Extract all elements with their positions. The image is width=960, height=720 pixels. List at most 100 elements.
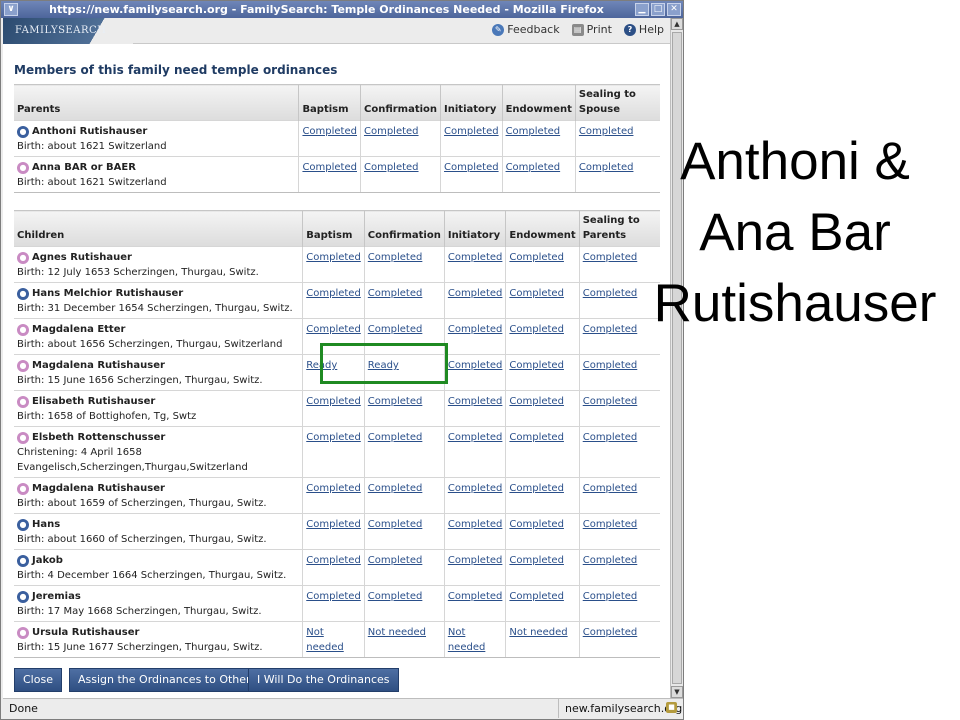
feedback-link[interactable]: ✎ Feedback	[492, 23, 560, 36]
ordinance-status-link[interactable]: Completed	[509, 555, 564, 566]
ordinance-status-link[interactable]: Completed	[583, 360, 638, 371]
ordinance-status-link[interactable]: Completed	[448, 519, 503, 530]
assign-to-others-button[interactable]: Assign the Ordinances to Others	[69, 668, 266, 692]
ordinance-status-link[interactable]: Not needed	[509, 627, 567, 638]
ordinance-status-link[interactable]: Completed	[448, 483, 503, 494]
children-table: Children Baptism Confirmation Initiatory…	[14, 210, 660, 658]
ordinance-status-link[interactable]: Completed	[448, 324, 503, 335]
ordinance-status-link[interactable]: Completed	[448, 555, 503, 566]
ordinance-cell: Completed	[578, 390, 660, 427]
window-menu-icon[interactable]: ∨	[4, 3, 18, 16]
ordinance-status-link[interactable]: Completed	[579, 126, 634, 137]
ordinance-status-link[interactable]: Completed	[306, 252, 361, 263]
maximize-icon[interactable]: □	[651, 3, 665, 16]
ordinance-status-link[interactable]: Completed	[368, 591, 423, 602]
female-person-icon[interactable]: ●	[17, 359, 29, 372]
female-person-icon[interactable]: ●	[17, 482, 29, 495]
ordinance-status-link[interactable]: Completed	[306, 519, 361, 530]
ordinance-status-link[interactable]: Completed	[302, 126, 357, 137]
ordinance-status-link[interactable]: Completed	[364, 126, 419, 137]
ordinance-status-link[interactable]: Completed	[306, 324, 361, 335]
person-detail: Birth: about 1621 Switzerland	[17, 177, 167, 188]
ordinance-status-link[interactable]: Completed	[444, 126, 499, 137]
ordinance-status-link[interactable]: Completed	[509, 432, 564, 443]
male-person-icon[interactable]: ●	[17, 287, 29, 300]
help-link[interactable]: ? Help	[623, 23, 664, 36]
male-person-icon[interactable]: ●	[17, 554, 29, 567]
ordinance-status-link[interactable]: Completed	[448, 252, 503, 263]
ordinance-status-link[interactable]: Completed	[448, 288, 503, 299]
close-window-icon[interactable]: ✕	[667, 3, 681, 16]
ordinance-status-link[interactable]: Completed	[448, 396, 503, 407]
ordinance-status-link[interactable]: Completed	[306, 432, 361, 443]
ordinance-status-link[interactable]: Completed	[509, 519, 564, 530]
familysearch-logo[interactable]: FAMILYSEARCH	[3, 18, 133, 44]
ordinance-status-link[interactable]: Ready	[306, 360, 337, 371]
ordinance-cell: Completed	[302, 282, 365, 319]
ordinance-status-link[interactable]: Completed	[509, 360, 564, 371]
ordinance-status-link[interactable]: Completed	[506, 126, 561, 137]
ordinance-status-link[interactable]: Not needed	[306, 627, 344, 653]
ordinance-status-link[interactable]: Completed	[364, 162, 419, 173]
scroll-down-icon[interactable]: ▼	[671, 686, 683, 698]
female-person-icon[interactable]: ●	[17, 323, 29, 336]
ordinance-status-link[interactable]: Ready	[368, 360, 399, 371]
person-name-row: ● Anthoni Rutishauser	[17, 124, 295, 139]
ordinance-status-link[interactable]: Completed	[583, 519, 638, 530]
ordinance-status-link[interactable]: Completed	[509, 324, 564, 335]
ordinance-status-link[interactable]: Completed	[368, 432, 423, 443]
ordinance-status-link[interactable]: Completed	[509, 288, 564, 299]
ordinance-status-link[interactable]: Completed	[583, 396, 638, 407]
male-person-icon[interactable]: ●	[17, 125, 29, 138]
ordinance-status-link[interactable]: Completed	[579, 162, 634, 173]
ordinance-status-link[interactable]: Completed	[306, 591, 361, 602]
ordinance-status-link[interactable]: Completed	[306, 288, 361, 299]
minimize-icon[interactable]: ▁	[635, 3, 649, 16]
ordinance-status-link[interactable]: Completed	[368, 483, 423, 494]
ordinance-status-link[interactable]: Completed	[306, 396, 361, 407]
ordinance-status-link[interactable]: Completed	[368, 324, 423, 335]
ordinance-status-link[interactable]: Completed	[368, 519, 423, 530]
vertical-scrollbar[interactable]: ▲ ▼	[670, 18, 683, 698]
male-person-icon[interactable]: ●	[17, 590, 29, 603]
female-person-icon[interactable]: ●	[17, 161, 29, 174]
i-will-do-button[interactable]: I Will Do the Ordinances	[248, 668, 399, 692]
ordinance-status-link[interactable]: Completed	[583, 555, 638, 566]
ordinance-status-link[interactable]: Completed	[448, 591, 503, 602]
female-person-icon[interactable]: ●	[17, 395, 29, 408]
ordinance-status-link[interactable]: Completed	[509, 252, 564, 263]
ordinance-status-link[interactable]: Completed	[509, 591, 564, 602]
ordinance-status-link[interactable]: Completed	[368, 396, 423, 407]
ordinance-status-link[interactable]: Completed	[302, 162, 357, 173]
ordinance-cell: Completed	[363, 246, 445, 283]
ordinance-status-link[interactable]: Completed	[444, 162, 499, 173]
male-person-icon[interactable]: ●	[17, 518, 29, 531]
close-button[interactable]: Close	[14, 668, 62, 692]
scroll-up-icon[interactable]: ▲	[671, 18, 683, 30]
ordinance-status-link[interactable]: Completed	[583, 483, 638, 494]
ordinance-status-link[interactable]: Not needed	[448, 627, 486, 653]
female-person-icon[interactable]: ●	[17, 626, 29, 639]
ordinance-status-link[interactable]: Completed	[448, 360, 503, 371]
ordinance-status-link[interactable]: Completed	[506, 162, 561, 173]
ordinance-cell: Completed	[443, 549, 506, 586]
ordinance-status-link[interactable]: Completed	[368, 252, 423, 263]
ordinance-status-link[interactable]: Completed	[583, 432, 638, 443]
ordinance-status-link[interactable]: Completed	[448, 432, 503, 443]
ordinance-status-link[interactable]: Completed	[583, 627, 638, 638]
female-person-icon[interactable]: ●	[17, 251, 29, 264]
ordinance-status-link[interactable]: Completed	[306, 555, 361, 566]
ordinance-status-link[interactable]: Completed	[583, 591, 638, 602]
ordinance-status-link[interactable]: Completed	[306, 483, 361, 494]
page-content: FAMILYSEARCH ✎ Feedback ▤ Print ? Help M…	[3, 18, 670, 698]
ordinance-status-link[interactable]: Not needed	[368, 627, 426, 638]
ordinance-status-link[interactable]: Completed	[368, 555, 423, 566]
person-detail: Birth: about 1659 of Scherzingen, Thurga…	[17, 498, 267, 509]
ordinance-status-link[interactable]: Completed	[368, 288, 423, 299]
table-row: ● Magdalena Rutishauser Birth: about 1659 …	[14, 477, 660, 514]
padlock-icon[interactable]: ■	[666, 702, 677, 713]
print-link[interactable]: ▤ Print	[571, 23, 612, 36]
female-person-icon[interactable]: ●	[17, 431, 29, 444]
ordinance-status-link[interactable]: Completed	[509, 483, 564, 494]
ordinance-status-link[interactable]: Completed	[509, 396, 564, 407]
